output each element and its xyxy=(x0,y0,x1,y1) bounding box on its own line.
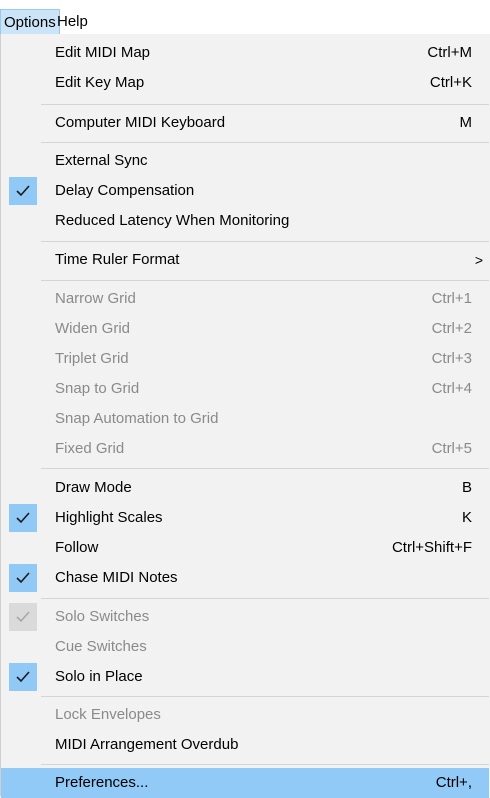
menu-item-widen-grid: Widen Grid Ctrl+2 xyxy=(1,314,489,344)
menu-item-shortcut: Ctrl+, xyxy=(435,774,472,791)
menu-item-label: Highlight Scales xyxy=(55,509,163,526)
menu-item-label: Follow xyxy=(55,539,99,556)
menu-item-label: MIDI Arrangement Overdub xyxy=(55,736,239,753)
menu-item-label: Edit Key Map xyxy=(55,74,145,91)
menu-item-shortcut: Ctrl+3 xyxy=(431,350,472,367)
menu-item-shortcut: Ctrl+2 xyxy=(431,320,472,337)
menu-item-label: Preferences... xyxy=(55,774,149,791)
menu-separator xyxy=(41,104,489,105)
menu-item-label: Solo in Place xyxy=(55,668,143,685)
menu-item-solo-switches: Solo Switches xyxy=(1,602,489,632)
menu-item-cue-switches: Cue Switches xyxy=(1,632,489,662)
menu-item-shortcut: B xyxy=(461,479,472,496)
menu-item-highlight-scales[interactable]: Highlight Scales K xyxy=(1,503,489,533)
menu-item-label: Widen Grid xyxy=(55,320,131,337)
menu-item-label: Fixed Grid xyxy=(55,440,125,457)
menu-separator xyxy=(41,468,489,469)
menu-item-shortcut: Ctrl+Shift+F xyxy=(391,539,472,556)
menu-item-label: Chase MIDI Notes xyxy=(55,569,178,586)
checkmark-icon xyxy=(9,603,37,631)
menu-item-label: External Sync xyxy=(55,152,148,169)
checkmark-icon xyxy=(9,177,37,205)
menu-item-snap-to-grid: Snap to Grid Ctrl+4 xyxy=(1,374,489,404)
menu-separator xyxy=(41,696,489,697)
menu-separator xyxy=(41,142,489,143)
menu-item-label: Triplet Grid xyxy=(55,350,129,367)
menu-item-label: Delay Compensation xyxy=(55,182,195,199)
menu-item-label: Cue Switches xyxy=(55,638,147,655)
menu-item-edit-key-map[interactable]: Edit Key Map Ctrl+K xyxy=(1,68,489,98)
menu-item-fixed-grid: Fixed Grid Ctrl+5 xyxy=(1,434,489,464)
checkmark-icon xyxy=(9,504,37,532)
checkmark-icon xyxy=(9,564,37,592)
menu-separator xyxy=(41,241,489,242)
menubar-options[interactable]: Options xyxy=(0,9,60,34)
menu-item-solo-in-place[interactable]: Solo in Place xyxy=(1,662,489,692)
menu-item-label: Time Ruler Format xyxy=(55,251,180,268)
menu-item-shortcut: Ctrl+5 xyxy=(431,440,472,457)
menu-separator xyxy=(41,764,489,765)
menu-item-delay-compensation[interactable]: Delay Compensation xyxy=(1,176,489,206)
menu-item-external-sync[interactable]: External Sync xyxy=(1,146,489,176)
menubar-help[interactable]: Help xyxy=(54,9,91,34)
menu-item-label: Snap Automation to Grid xyxy=(55,410,219,427)
menu-item-snap-automation-to-grid: Snap Automation to Grid xyxy=(1,404,489,434)
menu-item-shortcut: M xyxy=(459,114,473,131)
menu-item-time-ruler-format[interactable]: Time Ruler Format > xyxy=(1,245,489,275)
menu-item-label: Solo Switches xyxy=(55,608,150,625)
menu-separator xyxy=(41,598,489,599)
menu-item-computer-midi-keyboard[interactable]: Computer MIDI Keyboard M xyxy=(1,108,489,138)
menu-item-follow[interactable]: Follow Ctrl+Shift+F xyxy=(1,533,489,563)
menu-item-triplet-grid: Triplet Grid Ctrl+3 xyxy=(1,344,489,374)
menu-item-label: Computer MIDI Keyboard xyxy=(55,114,226,131)
menu-item-preferences[interactable]: Preferences... Ctrl+, xyxy=(1,768,489,798)
menu-item-label: Draw Mode xyxy=(55,479,132,496)
menu-item-chase-midi-notes[interactable]: Chase MIDI Notes xyxy=(1,563,489,593)
menu-item-reduced-latency[interactable]: Reduced Latency When Monitoring xyxy=(1,206,489,236)
checkmark-icon xyxy=(9,663,37,691)
menu-item-label: Lock Envelopes xyxy=(55,706,161,723)
menu-item-edit-midi-map[interactable]: Edit MIDI Map Ctrl+M xyxy=(1,38,489,68)
menu-bar: Options Help xyxy=(0,0,490,34)
menu-separator xyxy=(41,280,489,281)
menu-item-lock-envelopes: Lock Envelopes xyxy=(1,700,489,730)
menu-item-label: Narrow Grid xyxy=(55,290,136,307)
menu-item-label: Snap to Grid xyxy=(55,380,140,397)
menu-item-label: Edit MIDI Map xyxy=(55,44,151,61)
menu-item-shortcut: Ctrl+M xyxy=(427,44,472,61)
options-menu: Edit MIDI Map Ctrl+M Edit Key Map Ctrl+K… xyxy=(0,34,490,798)
submenu-arrow-icon: > xyxy=(474,252,483,268)
menu-item-narrow-grid: Narrow Grid Ctrl+1 xyxy=(1,284,489,314)
menu-item-draw-mode[interactable]: Draw Mode B xyxy=(1,473,489,503)
menu-item-label: Reduced Latency When Monitoring xyxy=(55,212,290,229)
menu-item-midi-arrangement-overdub[interactable]: MIDI Arrangement Overdub xyxy=(1,730,489,760)
menu-item-shortcut: Ctrl+4 xyxy=(431,380,472,397)
menu-item-shortcut: K xyxy=(461,509,472,526)
menu-item-shortcut: Ctrl+1 xyxy=(431,290,472,307)
menu-item-shortcut: Ctrl+K xyxy=(429,74,472,91)
